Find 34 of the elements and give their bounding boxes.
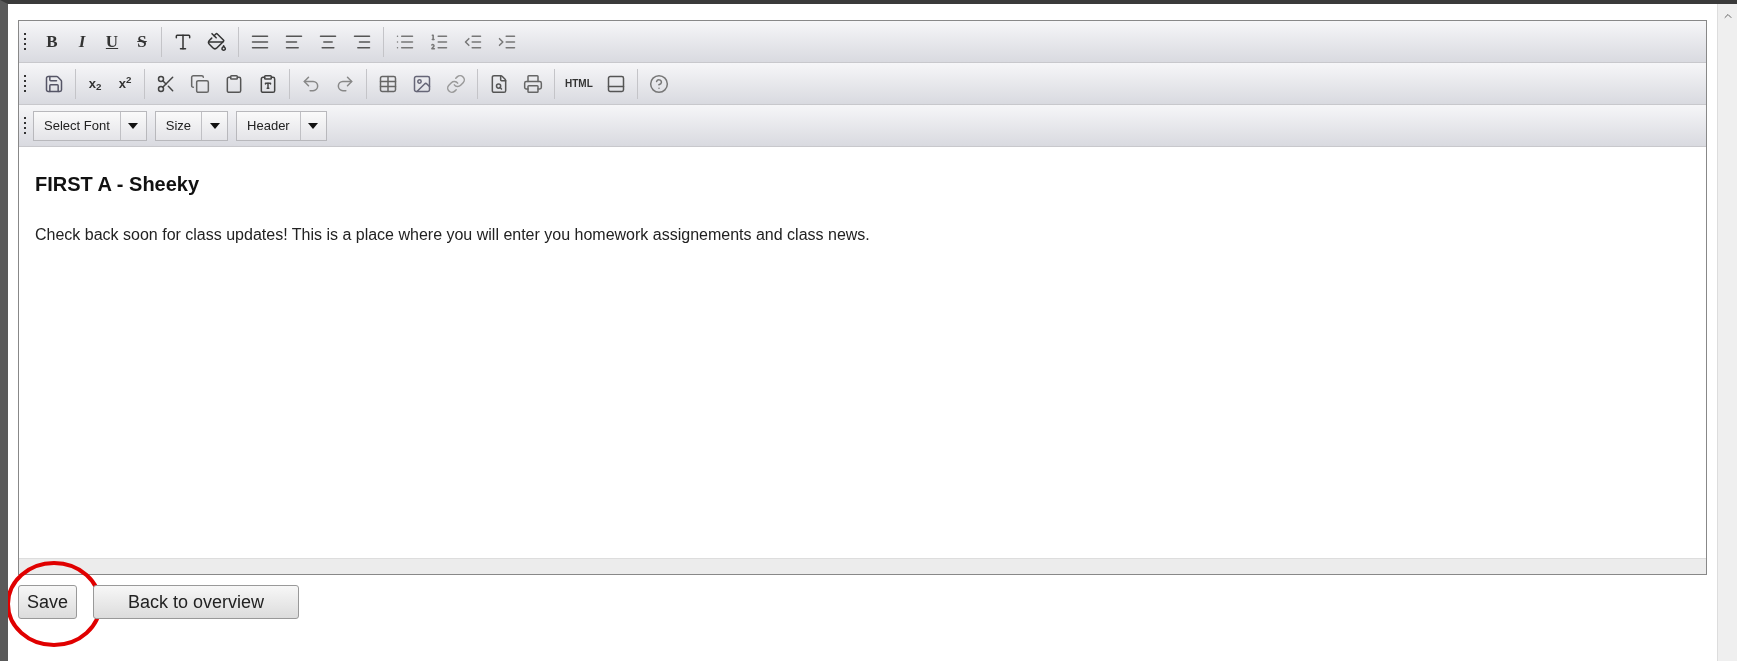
content-paragraph: Check back soon for class updates! This is a place where you will enter you homework assignements and class news. (35, 225, 871, 245)
underline-button[interactable]: U (99, 26, 125, 57)
table-icon (378, 73, 398, 94)
preview-icon (489, 73, 509, 94)
grip-icon (23, 31, 27, 52)
image-icon (412, 73, 432, 94)
dropdown[interactable]: Header (236, 110, 327, 141)
dropdown[interactable]: Select Font (33, 110, 147, 141)
italic-button[interactable]: I (69, 26, 95, 57)
caret-icon (308, 122, 319, 129)
dropdown[interactable]: Size (154, 110, 229, 141)
scrollbar[interactable] (1717, 4, 1737, 661)
clipboard-document-icon (258, 73, 278, 94)
form-button[interactable]: Save (18, 585, 78, 619)
strikethrough-button[interactable]: S (129, 26, 155, 57)
caret-icon (128, 122, 139, 129)
caret-icon (209, 122, 220, 129)
help-icon (648, 73, 669, 94)
copy-icon (190, 73, 210, 94)
bold-button[interactable]: B (39, 26, 65, 57)
link-icon (446, 73, 466, 94)
html-button[interactable]: HTML (561, 68, 597, 99)
grip-icon (23, 115, 27, 136)
content-heading: FIRST A - Sheeky (35, 172, 201, 197)
subscript-button[interactable]: x$_{2}$ (82, 68, 108, 99)
fill-table-icon (207, 31, 227, 52)
panel-icon (605, 73, 626, 94)
clipboard-icon (224, 73, 244, 94)
printer-icon (523, 73, 543, 94)
grip-icon (23, 73, 27, 94)
superscript-button[interactable]: x$^{2}$ (112, 68, 138, 99)
form-button[interactable]: Back to overview (93, 585, 300, 619)
scissors-icon (156, 73, 176, 94)
save-icon (44, 73, 64, 94)
